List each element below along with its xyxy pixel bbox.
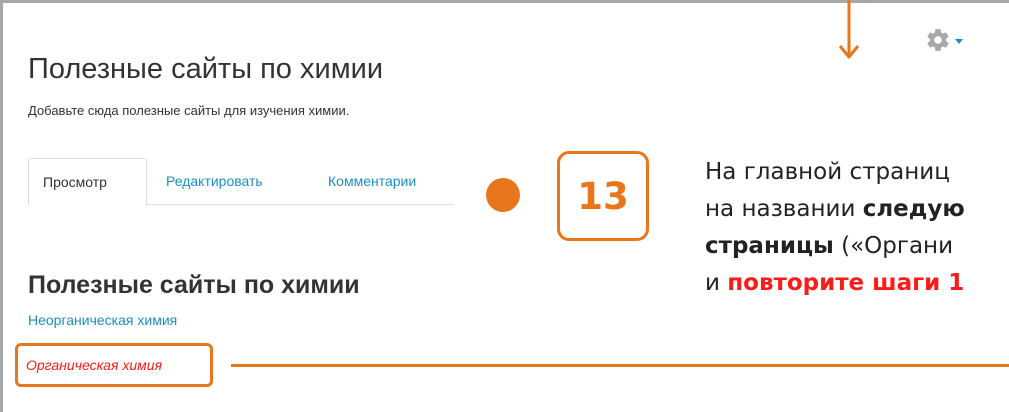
tab-view[interactable]: Просмотр [28,158,147,206]
settings-menu[interactable] [925,27,963,53]
gear-icon [927,29,949,51]
tab-comments[interactable]: Комментарии [314,158,430,205]
link-organic-chemistry[interactable]: Органическая химия [26,357,162,373]
arrow-down-icon [838,0,860,59]
link-inorganic-chemistry[interactable]: Неорганическая химия [28,312,177,328]
instruction-line-1: На главной страниц [705,159,950,185]
tab-bar: Просмотр Редактировать Комментарии [28,158,454,206]
instruction-text: На главной страниц на названии следую ст… [705,154,1009,354]
page-title: Полезные сайты по химии [28,53,384,86]
instruction-line-3: страницы («Органи [705,233,954,259]
page-description: Добавьте сюда полезные сайты для изучени… [28,103,350,118]
tab-edit[interactable]: Редактировать [152,158,277,205]
content-heading: Полезные сайты по химии [28,270,360,299]
pointer-line [231,364,1009,367]
step-number: 13 [577,174,629,218]
bullet-dot [486,178,520,212]
instruction-line-2: на названии следую [705,196,965,222]
instruction-line-4: и повторите шаги 1 [705,270,965,296]
step-badge: 13 [557,151,649,241]
caret-down-icon [955,38,963,44]
